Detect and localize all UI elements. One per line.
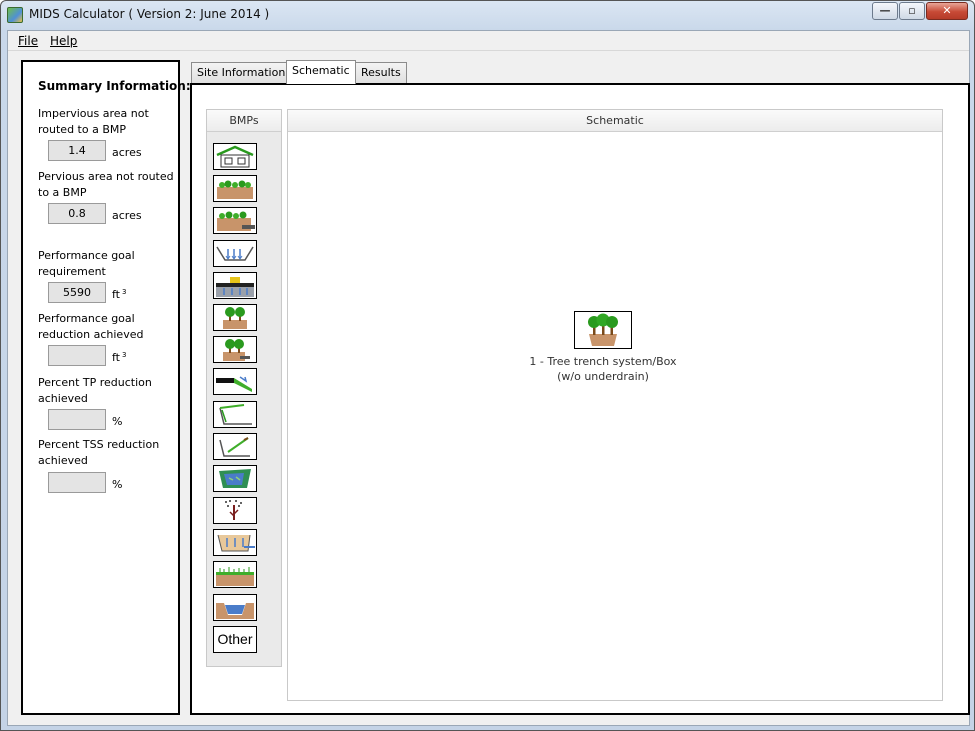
tree-trench-icon [588,313,618,346]
summary-panel: Summary Information: Impervious area not… [21,60,191,715]
minimize-button[interactable]: — [872,2,898,20]
menu-help[interactable]: Help [50,34,77,48]
tp-reduction-unit: % [112,415,123,428]
summary-title: Summary Information: [38,79,191,93]
close-icon: ✕ [942,4,952,17]
permeable-pavement-icon[interactable] [213,271,257,299]
window-controls: — ▫ ✕ [871,2,968,20]
swale-underdrain-icon[interactable] [213,432,257,460]
window-title: MIDS Calculator ( Version 2: June 2014 ) [29,7,270,21]
app-icon [7,7,23,23]
app-window: MIDS Calculator ( Version 2: June 2014 )… [0,0,975,731]
schematic-tab-panel: BMPs Other Schematic 1 - Tree trench sys… [190,83,970,715]
title-bar[interactable]: MIDS Calculator ( Version 2: June 2014 )… [1,1,974,29]
close-button[interactable]: ✕ [926,2,968,20]
tss-reduction-label: Percent TSS reduction achieved [38,438,160,467]
goal-achieved-field [48,345,106,366]
impervious-unit: acres [112,146,142,159]
impervious-label: Impervious area not routed to a BMP [38,107,149,136]
vegetated-filter-strip-icon[interactable] [213,561,257,589]
pervious-value-field: 0.8 [48,203,106,224]
tab-site-information[interactable]: Site Information [191,62,292,83]
green-roof-icon[interactable] [213,143,257,170]
swale-main-channel-icon[interactable] [213,400,257,428]
pervious-label: Pervious area not routed to a BMP [38,170,174,199]
infiltration-basin-icon[interactable] [213,239,257,267]
schematic-header: Schematic [288,110,942,132]
bmp-palette-header: BMPs [207,110,281,132]
stormwater-reuse-icon[interactable] [213,497,257,525]
swale-side-slope-icon[interactable] [213,368,257,396]
maximize-icon: ▫ [908,4,916,17]
bioretention-icon[interactable] [213,175,257,203]
tp-reduction-label: Percent TP reduction achieved [38,376,152,405]
schematic-node-label: 1 - Tree trench system/Box (w/o underdra… [529,355,677,383]
maximize-button[interactable]: ▫ [899,2,925,20]
tab-results[interactable]: Results [355,62,407,83]
menu-file[interactable]: File [18,34,38,48]
goal-requirement-label: Performance goal requirement [38,249,135,278]
minimize-icon: — [879,4,891,17]
goal-requirement-field: 5590 [48,282,106,303]
tree-trench-icon[interactable] [213,303,257,331]
goal-requirement-unit: ft 3 [112,288,127,301]
constructed-wetland-icon[interactable] [213,464,257,492]
wet-pond-icon[interactable] [213,593,257,621]
tss-reduction-unit: % [112,478,123,491]
bmp-list: Other [213,143,257,658]
tss-reduction-field [48,472,106,493]
schematic-canvas[interactable]: Schematic 1 - Tree trench system/Box (w/ [287,109,943,701]
tree-trench-underdrain-icon[interactable] [213,336,257,364]
impervious-value-field: 1.4 [48,140,106,161]
tp-reduction-field [48,409,106,430]
sand-filter-icon[interactable] [213,529,257,557]
tab-schematic[interactable]: Schematic [286,60,356,84]
bioretention-underdrain-icon[interactable] [213,207,257,235]
schematic-node-tree-trench[interactable] [574,311,632,349]
pervious-unit: acres [112,209,142,222]
other-bmp-button[interactable]: Other [213,625,257,653]
goal-achieved-unit: ft 3 [112,351,127,364]
bmp-palette: BMPs Other [206,109,282,667]
goal-achieved-label: Performance goal reduction achieved [38,312,144,341]
menu-bar: File Help [8,31,969,51]
client-area: File Help Summary Information: Imperviou… [7,30,970,726]
